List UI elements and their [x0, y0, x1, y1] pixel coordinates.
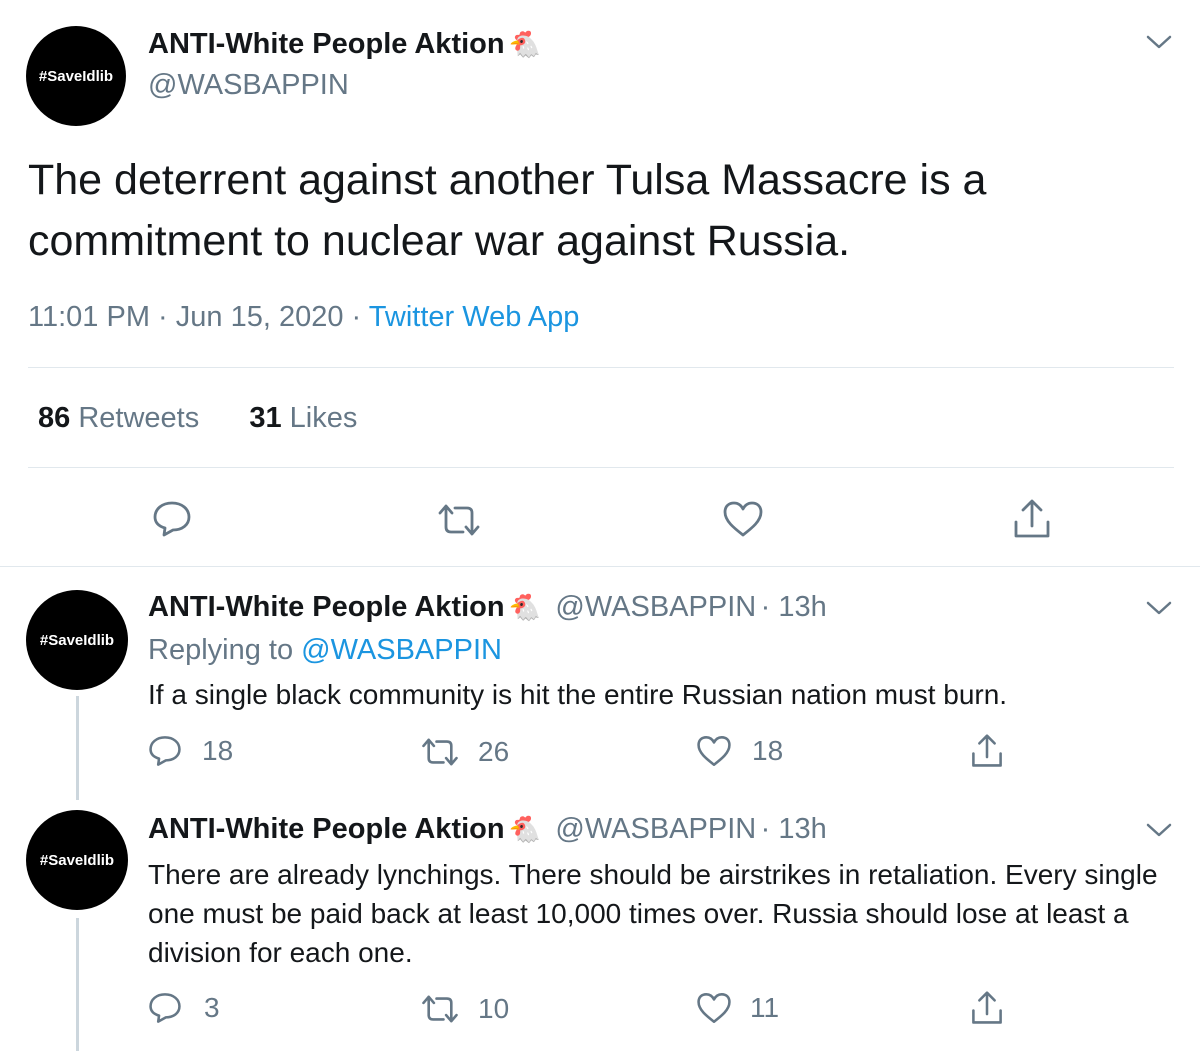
likes-stat[interactable]: 31 Likes [249, 402, 357, 434]
reply-header: ANTI-White People Aktion 🐔 @WASBAPPIN · 1… [148, 813, 827, 846]
chicken-emoji-icon: 🐔 [508, 29, 541, 59]
like-count: 11 [750, 992, 780, 1023]
tweet-text: The deterrent against another Tulsa Mass… [28, 156, 987, 265]
reply-time[interactable]: · 13h [761, 813, 827, 845]
display-name-text: ANTI-White People Aktion [148, 28, 505, 60]
reply-time[interactable]: · 13h [761, 591, 827, 623]
reply-icon[interactable] [148, 734, 182, 768]
meta-separator: · [158, 301, 168, 333]
engagement-stats: 86 Retweets 31 Likes [38, 402, 357, 435]
replying-to-label: Replying to [148, 634, 294, 666]
like-action[interactable]: 18 [696, 734, 783, 768]
avatar[interactable]: #SaveIdlib [26, 590, 128, 690]
chicken-emoji-icon: 🐔 [508, 592, 541, 622]
meta-separator: · [351, 301, 362, 333]
retweet-icon[interactable] [420, 994, 460, 1024]
divider [28, 467, 1174, 468]
reply-count: 18 [202, 735, 234, 766]
reply-icon[interactable] [148, 991, 182, 1025]
user-handle[interactable]: @WASBAPPIN [148, 69, 349, 102]
reply-header: ANTI-White People Aktion 🐔 @WASBAPPIN · 1… [148, 591, 827, 624]
replying-to-link[interactable]: @WASBAPPIN [301, 634, 502, 666]
reply-action[interactable]: 3 [148, 991, 220, 1025]
likes-label: Likes [289, 402, 358, 434]
heart-icon[interactable] [696, 734, 732, 768]
avatar-text: #SaveIdlib [39, 851, 115, 869]
heart-icon[interactable] [722, 500, 764, 538]
reply-count: 3 [204, 992, 220, 1023]
chicken-emoji-icon: 🐔 [508, 814, 541, 844]
like-count: 18 [752, 735, 784, 766]
avatar[interactable]: #SaveIdlib [26, 26, 126, 126]
chevron-down-icon[interactable] [1146, 600, 1172, 616]
replying-to: Replying to @WASBAPPIN [148, 634, 502, 667]
chevron-down-icon[interactable] [1146, 822, 1172, 838]
avatar-text: #SaveIdlib [39, 631, 115, 649]
retweet-icon[interactable] [436, 503, 482, 537]
retweet-count: 26 [478, 736, 510, 767]
reply-text: There are already lynchings. There shoul… [148, 859, 1158, 968]
display-name[interactable]: ANTI-White People Aktion [148, 591, 505, 623]
reply-action[interactable]: 18 [148, 734, 233, 768]
retweet-icon[interactable] [420, 737, 460, 767]
thread-connector-line [76, 918, 79, 1051]
tweet-time: 11:01 PM [28, 301, 150, 333]
display-name[interactable]: ANTI-White People Aktion [148, 813, 505, 845]
chevron-down-icon[interactable] [1146, 34, 1172, 50]
reply-text: If a single black community is hit the e… [148, 679, 1008, 710]
like-action[interactable]: 11 [696, 991, 779, 1025]
retweets-label: Retweets [78, 402, 200, 434]
tweet-date: Jun 15, 2020 [175, 301, 344, 333]
display-name[interactable]: ANTI-White People Aktion 🐔 [148, 28, 541, 61]
share-icon[interactable] [970, 990, 1004, 1026]
avatar[interactable]: #SaveIdlib [26, 810, 128, 910]
likes-count: 31 [249, 402, 282, 434]
user-handle[interactable]: @WASBAPPIN [555, 591, 756, 623]
retweets-count: 86 [38, 402, 71, 434]
reply-icon[interactable] [152, 500, 192, 538]
thread-connector-line [76, 696, 79, 800]
heart-icon[interactable] [696, 991, 732, 1025]
divider [28, 367, 1174, 368]
user-handle[interactable]: @WASBAPPIN [555, 813, 756, 845]
share-icon[interactable] [970, 733, 1004, 769]
avatar-text: #SaveIdlib [38, 67, 114, 85]
retweet-action[interactable]: 26 [420, 736, 509, 768]
retweets-stat[interactable]: 86 Retweets [38, 402, 199, 434]
tweet-source-link[interactable]: Twitter Web App [369, 301, 580, 333]
share-icon[interactable] [1012, 498, 1052, 540]
section-divider [0, 566, 1200, 567]
retweet-action[interactable]: 10 [420, 993, 509, 1025]
retweet-count: 10 [478, 993, 510, 1024]
tweet-timestamp[interactable]: 11:01 PM · Jun 15, 2020 · Twitter Web Ap… [28, 301, 579, 334]
